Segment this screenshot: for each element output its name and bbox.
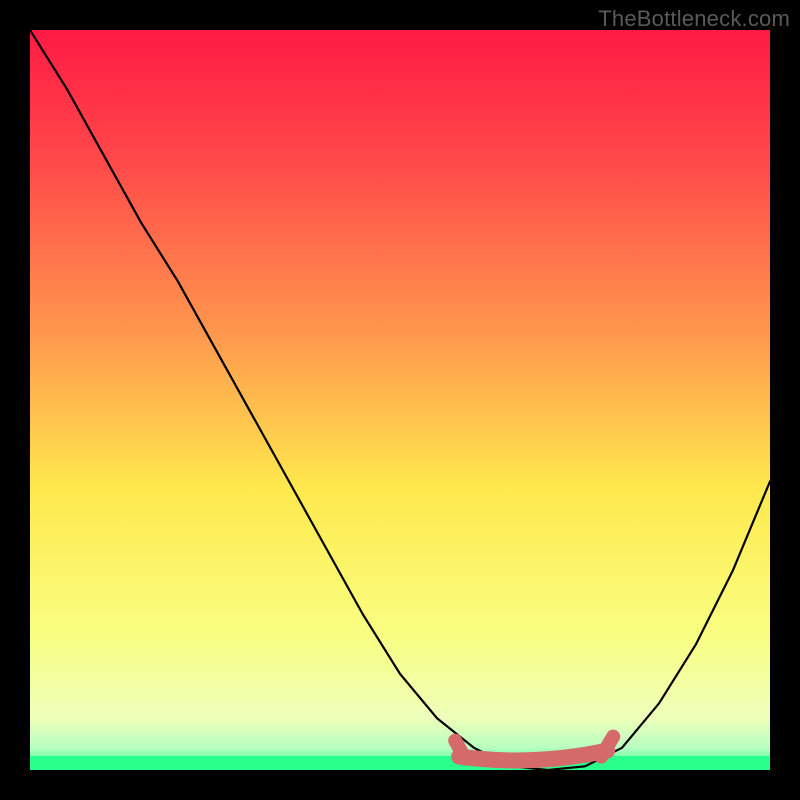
baseline-band	[30, 756, 770, 770]
plot-area	[30, 30, 770, 770]
gradient-backdrop	[30, 30, 770, 770]
watermark-text: TheBottleneck.com	[598, 6, 790, 32]
chart-svg	[30, 30, 770, 770]
